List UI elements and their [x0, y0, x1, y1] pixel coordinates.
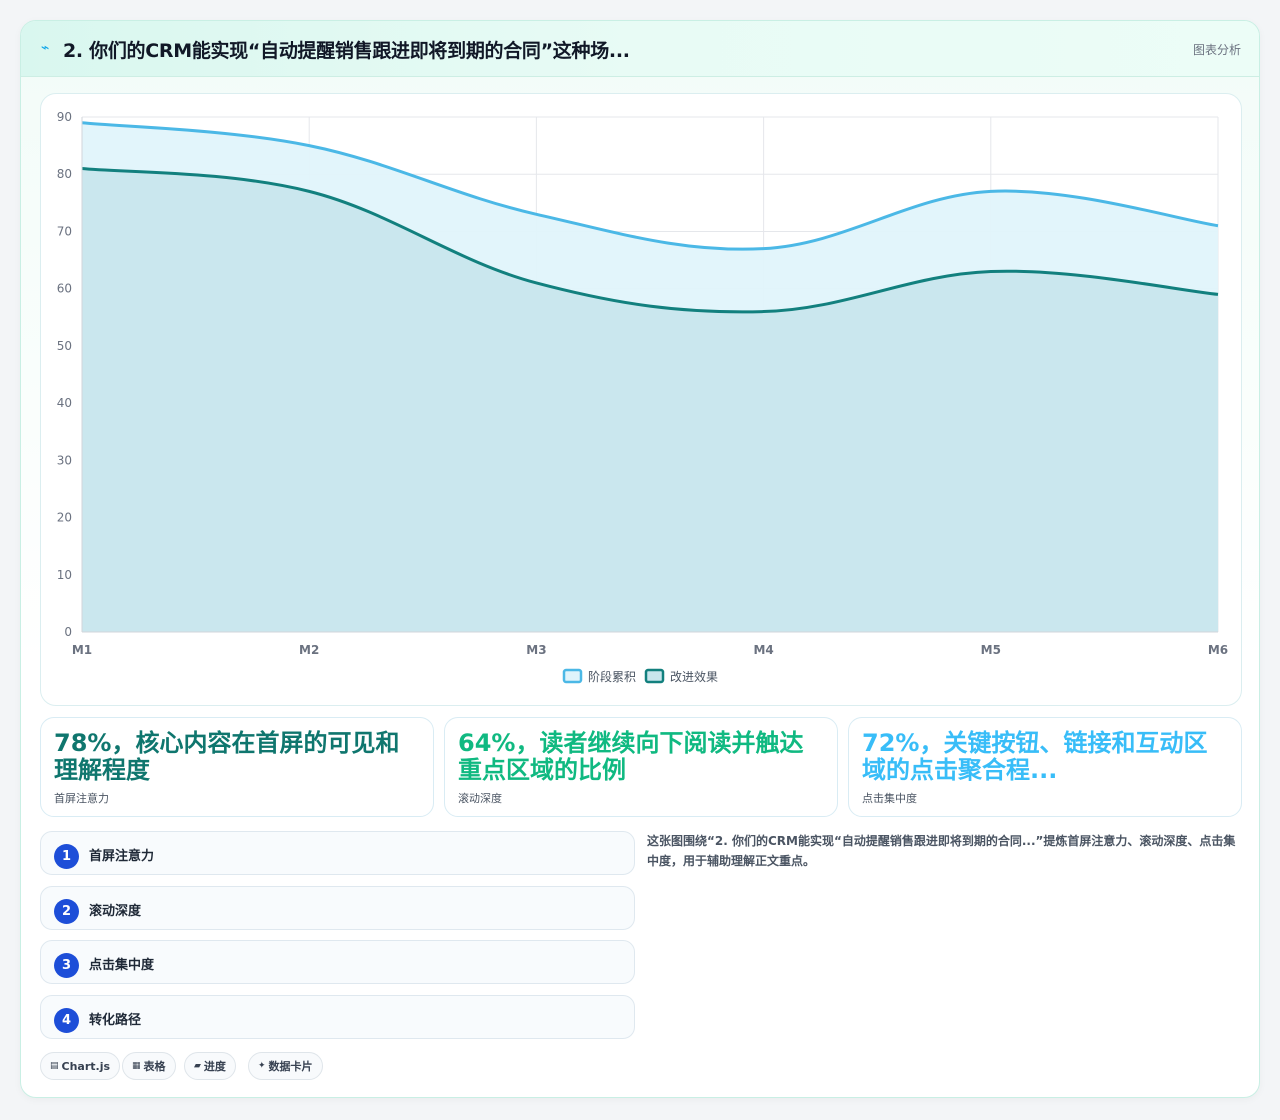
chip-label: 数据卡片: [268, 1060, 313, 1073]
legend-label: 改进效果: [670, 669, 718, 684]
chip-table[interactable]: ▦ 表格: [122, 1052, 176, 1080]
step-label: 首屏注意力: [89, 849, 155, 864]
chart-analysis-tag: 图表分析: [1192, 43, 1241, 57]
step-number: 2: [54, 899, 79, 924]
step-label: 点击集中度: [89, 958, 155, 973]
x-tick-label: M6: [1208, 643, 1228, 657]
x-tick-label: M5: [981, 643, 1001, 657]
card-title: 2. 你们的CRM能实现“自动提醒销售跟进即将到期的合同”这种场...: [63, 40, 630, 62]
area-chart: 0 10 20 30 40 50 60 70 80 90 M1 M2 M3 M4 M5 M6 阶段累积 改进效果: [57, 110, 1228, 684]
step-number: 1: [54, 844, 79, 869]
stat-value: 72%，关键按钮、链接和互动区域的点击聚合程...: [862, 730, 1208, 784]
y-tick-label: 20: [57, 511, 72, 525]
step-number: 4: [54, 1008, 79, 1033]
x-tick-label: M1: [72, 643, 92, 657]
y-tick-label: 50: [57, 339, 72, 353]
chart-description: 这张图围绕“2. 你们的CRM能实现“自动提醒销售跟进即将到期的合同...”提炼…: [647, 834, 1236, 868]
chart-icon: ▤: [50, 1061, 59, 1071]
step-label: 转化路径: [89, 1013, 142, 1028]
step-label: 滚动深度: [89, 904, 142, 919]
y-tick-label: 30: [57, 453, 72, 467]
chip-label: Chart.js: [61, 1059, 111, 1073]
chip-data-card[interactable]: ✦ 数据卡片: [248, 1052, 323, 1080]
legend-swatch: [562, 668, 583, 684]
sparkle-icon: ✦: [258, 1061, 266, 1071]
y-tick-label: 40: [57, 396, 72, 410]
chart-container: 0 10 20 30 40 50 60 70 80 90 M1 M2 M3 M4 M5 M6 阶段累积 改进效果: [40, 93, 1242, 706]
x-tick-label: M2: [299, 643, 319, 657]
legend-swatch: [644, 668, 665, 684]
stat-label: 首屏注意力: [54, 792, 109, 805]
step-item[interactable]: 3 点击集中度: [40, 940, 635, 984]
y-tick-label: 0: [64, 625, 72, 639]
stat-label: 滚动深度: [458, 792, 502, 805]
y-tick-label: 10: [57, 568, 72, 582]
stat-card-click: 72%，关键按钮、链接和互动区域的点击聚合程... 点击集中度: [848, 717, 1242, 817]
stat-card-attention: 78%，核心内容在首屏的可见和理解程度 首屏注意力: [40, 717, 434, 817]
x-tick-label: M4: [753, 643, 773, 657]
chip-chartjs[interactable]: ▤ Chart.js: [40, 1052, 121, 1080]
y-tick-label: 80: [57, 167, 72, 181]
y-tick-label: 90: [57, 110, 72, 124]
chip-label: 表格: [143, 1060, 166, 1073]
table-icon: ▦: [132, 1061, 141, 1071]
y-tick-label: 60: [57, 282, 72, 296]
sparkle-icon: ⌁: [41, 40, 50, 56]
chip-progress[interactable]: ▰ 进度: [184, 1052, 236, 1080]
y-tick-label: 70: [57, 224, 72, 238]
stat-value: 78%，核心内容在首屏的可见和理解程度: [54, 730, 400, 784]
stat-value: 64%，读者继续向下阅读并触达重点区域的比例: [458, 730, 804, 784]
step-item[interactable]: 2 滚动深度: [40, 886, 635, 930]
stat-card-scroll: 64%，读者继续向下阅读并触达重点区域的比例 滚动深度: [444, 717, 838, 817]
legend-label: 阶段累积: [588, 669, 636, 684]
step-item[interactable]: 4 转化路径: [40, 995, 635, 1039]
chart-card: ⌁ 2. 你们的CRM能实现“自动提醒销售跟进即将到期的合同”这种场... 图表…: [20, 20, 1260, 1098]
stat-label: 点击集中度: [862, 792, 917, 805]
step-number: 3: [54, 953, 79, 978]
x-tick-label: M3: [526, 643, 546, 657]
progress-icon: ▰: [194, 1061, 201, 1071]
step-item[interactable]: 1 首屏注意力: [40, 831, 635, 875]
card-header: ⌁ 2. 你们的CRM能实现“自动提醒销售跟进即将到期的合同”这种场... 图表…: [21, 21, 1259, 77]
chip-label: 进度: [203, 1060, 226, 1073]
